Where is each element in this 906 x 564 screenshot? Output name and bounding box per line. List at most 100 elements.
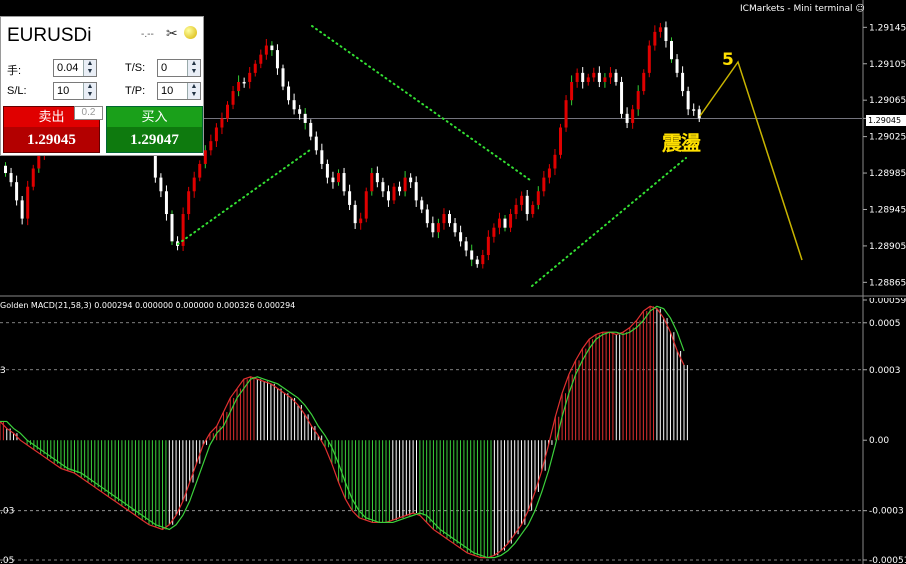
candle-body [481,255,485,265]
candle-body [231,91,235,105]
candle [281,64,285,91]
candle-body [220,118,224,128]
candle-body [409,177,413,183]
candle-body [431,223,435,233]
tp-stepper[interactable]: ▲ ▼ [187,83,200,99]
candle-body [575,72,579,82]
price-tick-label: 1.28985 [869,169,906,179]
candle-body [353,204,357,224]
candle-body [31,168,35,187]
candle-body [642,72,646,92]
candle-body [614,72,618,82]
sl-label: S/L: [7,85,27,97]
status-icon[interactable] [184,26,197,39]
down-arrow-icon[interactable]: ▼ [84,91,96,99]
lots-stepper[interactable]: ▲ ▼ [83,60,96,76]
terminal-label: ICMarkets - Mini terminal ☺ [740,4,865,14]
price-tick-label: 1.29065 [869,96,906,106]
candle-body [375,173,379,183]
candle [647,40,651,78]
candle-body [9,173,13,183]
trade-panel[interactable]: EURUSDi -.-- ✂ 手: 0.04 ▲ ▼ T/S: 0 ▲ ▼ S/L:… [0,16,204,156]
sell-price: 1.29045 [27,132,76,148]
candle [642,69,646,95]
indicator-label: Golden MACD(21,58,3) 0.000294 0.000000 0… [0,301,296,310]
macd-left-label: .03 [0,507,14,517]
candle-body [164,191,168,215]
price-tick-label: 1.28905 [869,242,906,252]
candle-body [686,91,690,110]
candle-body [653,31,657,46]
candle-body [203,150,207,164]
candle-body [170,214,174,242]
candle-body [159,177,163,192]
down-arrow-icon[interactable]: ▼ [84,68,96,76]
ts-input[interactable]: 0 ▲ ▼ [157,59,201,77]
down-arrow-icon[interactable]: ▼ [188,91,200,99]
candle-body [214,127,218,142]
candle [364,187,368,223]
candle-body [209,141,213,151]
candle-body [658,27,662,32]
candle-body [625,113,629,123]
macd-tick-label: 0.0005 [869,319,901,329]
up-arrow-icon[interactable]: ▲ [188,83,200,91]
candle-body [486,236,490,256]
candle-body [15,182,19,201]
candle-body [692,109,696,111]
candle-body [536,191,540,205]
sl-input[interactable]: 10 ▲ ▼ [53,82,97,100]
candle-body [192,177,196,192]
lots-input[interactable]: 0.04 ▲ ▼ [53,59,97,77]
candle-body [459,232,463,242]
up-arrow-icon[interactable]: ▲ [84,60,96,68]
candle-body [525,195,529,215]
candle-body [647,45,651,73]
up-arrow-icon[interactable]: ▲ [188,60,200,68]
candle [670,37,673,63]
buy-button[interactable]: 买入 1.29047 [106,106,203,153]
tp-input[interactable]: 10 ▲ ▼ [157,82,201,100]
price-tick-label: 1.28865 [869,278,906,288]
candle-body [453,223,457,233]
candle-body [342,173,346,192]
candle-body [237,81,241,92]
candle-body [492,227,496,237]
candle-body [325,163,329,178]
candle-body [348,191,352,205]
candle-body [37,154,41,169]
ts-stepper[interactable]: ▲ ▼ [187,60,200,76]
macd-tick-label: 0.000597 [869,298,906,306]
lot-step-input[interactable]: 0.2 [74,106,103,120]
ts-label: T/S: [125,62,146,74]
candle-body [198,163,202,178]
wave-label: 5 [722,50,734,70]
buy-price: 1.29047 [130,132,179,148]
candle-body [570,81,574,101]
sl-stepper[interactable]: ▲ ▼ [83,83,96,99]
candle-body [337,173,340,183]
candle-body [381,182,385,192]
down-arrow-icon[interactable]: ▼ [188,68,200,76]
tools-icon[interactable]: ✂ [166,25,178,42]
candle [170,210,174,245]
candle-body [242,81,246,84]
macd-tick-label: -0.0003 [869,507,904,517]
candle-body [314,136,318,151]
candle [31,164,35,191]
candle-body [464,241,468,251]
candle-body [697,109,701,119]
sl-value: 10 [57,85,70,97]
candle-body [520,195,524,205]
candle-body [675,59,679,73]
candle-body [398,186,402,192]
ts-value: 0 [161,62,168,74]
macd-tick-label: 0.0003 [869,366,901,376]
candle-body [4,165,7,174]
candle-body [503,218,507,228]
candle-body [248,72,252,82]
chart-window[interactable]: 1.29145 1.29105 1.29065 1.29045 1.29025 1.289… [0,0,906,564]
macd-chart[interactable]: 0.000597 0.0005 0.0003 0.00 -0.0003 -0.00051 3… [0,298,906,564]
candle-body [264,45,268,55]
up-arrow-icon[interactable]: ▲ [84,83,96,91]
